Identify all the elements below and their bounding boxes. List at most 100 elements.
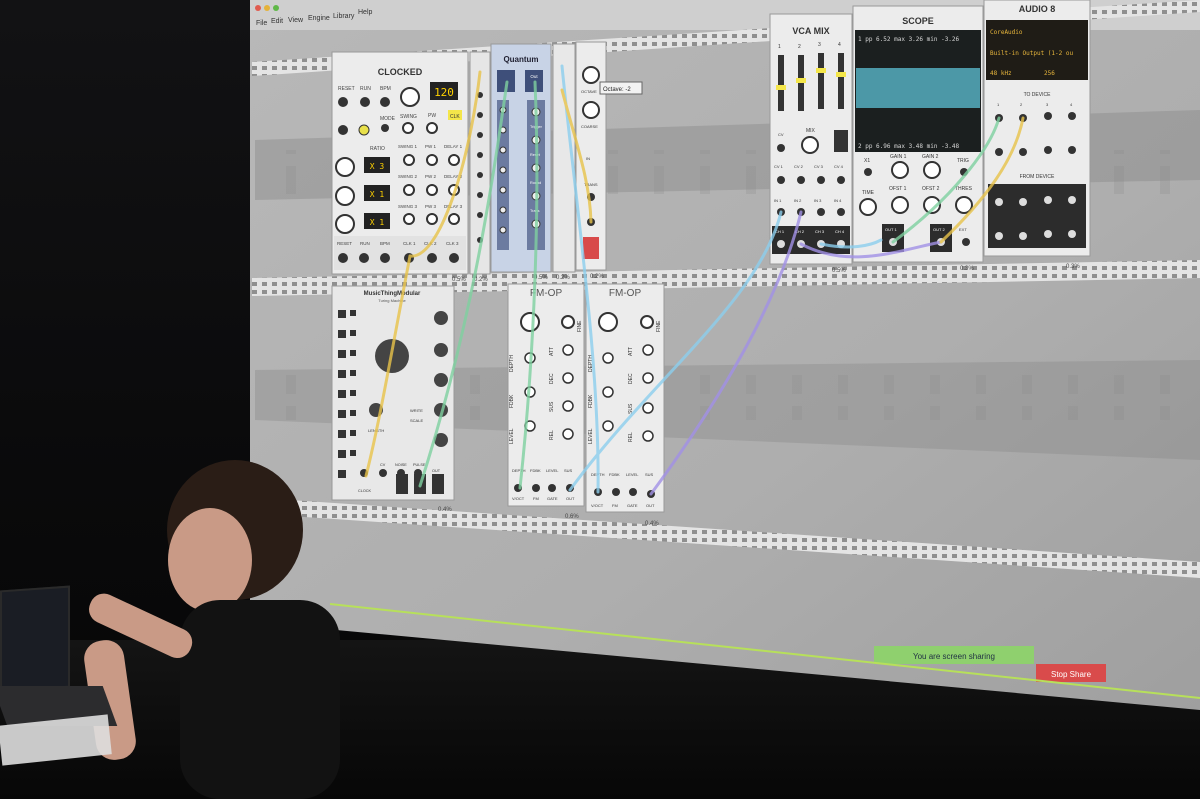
turing-jack[interactable] — [338, 390, 346, 398]
util-jack[interactable] — [477, 212, 483, 218]
close-dot-icon[interactable] — [255, 5, 261, 11]
turing-jack[interactable] — [338, 470, 346, 478]
att-knob[interactable] — [642, 344, 654, 356]
cv-jack[interactable] — [379, 469, 387, 477]
mix-out[interactable] — [834, 130, 848, 152]
bpm-out-jack[interactable] — [380, 253, 390, 263]
swing1-knob[interactable] — [403, 154, 415, 166]
vca-in-jack[interactable] — [837, 208, 845, 216]
sus-knob[interactable] — [562, 400, 574, 412]
to-device-jack[interactable] — [995, 148, 1003, 156]
to-device-jack[interactable] — [1068, 112, 1076, 120]
run-button[interactable] — [358, 124, 370, 136]
mix-knob[interactable] — [801, 136, 819, 154]
util-jack[interactable] — [477, 132, 483, 138]
fm2-fm-jack[interactable] — [612, 488, 620, 496]
ratio-knob-2[interactable] — [335, 186, 355, 206]
menu-library[interactable]: Library — [333, 13, 355, 20]
pw-knob[interactable] — [426, 122, 438, 134]
turing-jack[interactable] — [338, 350, 346, 358]
note-toggle[interactable] — [499, 206, 507, 214]
fader-handle[interactable] — [836, 72, 846, 77]
note-toggle[interactable] — [499, 226, 507, 234]
turing-jack[interactable] — [338, 330, 346, 338]
cv-jack[interactable] — [777, 144, 785, 152]
turing-knob[interactable] — [434, 343, 448, 357]
turing-knob[interactable] — [434, 311, 448, 325]
fader-4[interactable] — [838, 53, 844, 109]
note-toggle[interactable] — [499, 146, 507, 154]
fader-handle[interactable] — [776, 85, 786, 90]
to-device-jack[interactable] — [1068, 146, 1076, 154]
fine-knob[interactable] — [561, 315, 575, 329]
swing3-knob[interactable] — [403, 213, 415, 225]
audio-driver[interactable]: CoreAudio — [990, 29, 1023, 36]
turing-out[interactable] — [432, 474, 444, 494]
menu-edit[interactable]: Edit — [271, 18, 283, 25]
out-jack-red[interactable] — [583, 237, 599, 259]
to-device-jack[interactable] — [1044, 112, 1052, 120]
to-device-jack[interactable] — [1019, 148, 1027, 156]
menu-view[interactable]: View — [288, 17, 304, 24]
menu-file[interactable]: File — [256, 20, 267, 27]
depth-knob[interactable] — [602, 352, 614, 364]
turing-jack[interactable] — [338, 370, 346, 378]
att-knob[interactable] — [562, 344, 574, 356]
fader-1[interactable] — [778, 55, 784, 111]
audio-device[interactable]: Built-in Output (1-2 ou — [990, 50, 1073, 57]
fader-handle[interactable] — [796, 78, 806, 83]
reset-button[interactable] — [338, 125, 348, 135]
from-device-jack[interactable] — [1044, 196, 1052, 204]
time-knob[interactable] — [859, 198, 877, 216]
delay1-knob[interactable] — [448, 154, 460, 166]
menu-engine[interactable]: Engine — [308, 15, 330, 22]
delay3-knob[interactable] — [448, 213, 460, 225]
ratio-knob-3[interactable] — [335, 214, 355, 234]
from-device-jack[interactable] — [1068, 196, 1076, 204]
zoom-dot-icon[interactable] — [273, 5, 279, 11]
from-device-jack[interactable] — [1019, 198, 1027, 206]
pw1-knob[interactable] — [426, 154, 438, 166]
coarse-knob[interactable] — [582, 101, 600, 119]
swing2-knob[interactable] — [403, 184, 415, 196]
note-toggle[interactable] — [499, 166, 507, 174]
rel-knob[interactable] — [562, 428, 574, 440]
turing-jack[interactable] — [338, 450, 346, 458]
run-jack[interactable] — [360, 97, 370, 107]
to-device-jack[interactable] — [1044, 146, 1052, 154]
fm2-gate-jack[interactable] — [629, 488, 637, 496]
sus-knob[interactable] — [642, 402, 654, 414]
fm1-gate-jack[interactable] — [548, 484, 556, 492]
reset-jack[interactable] — [338, 97, 348, 107]
dec-knob[interactable] — [642, 372, 654, 384]
swing-knob[interactable] — [402, 122, 414, 134]
from-device-jack[interactable] — [1044, 230, 1052, 238]
from-device-jack[interactable] — [995, 198, 1003, 206]
fdbk-knob[interactable] — [602, 386, 614, 398]
level-knob[interactable] — [602, 420, 614, 432]
gain2-knob[interactable] — [923, 161, 941, 179]
turing-knob[interactable] — [434, 373, 448, 387]
vca-cv-jack[interactable] — [817, 176, 825, 184]
clk3-out-jack[interactable] — [449, 253, 459, 263]
ratio-knob[interactable] — [520, 312, 540, 332]
gate-out[interactable] — [396, 474, 408, 494]
vca-cv-jack[interactable] — [777, 176, 785, 184]
fader-3[interactable] — [818, 53, 824, 109]
octave-knob[interactable] — [582, 66, 600, 84]
fm1-fm-jack[interactable] — [532, 484, 540, 492]
dec-knob[interactable] — [562, 372, 574, 384]
clk2-out-jack[interactable] — [427, 253, 437, 263]
x1-button[interactable] — [864, 168, 872, 176]
util-jack[interactable] — [477, 112, 483, 118]
audio-buffer[interactable]: 256 — [1044, 70, 1055, 77]
fine-knob[interactable] — [640, 315, 654, 329]
util-jack[interactable] — [477, 192, 483, 198]
fader-handle[interactable] — [816, 68, 826, 73]
ratio-knob-1[interactable] — [335, 157, 355, 177]
bpm-knob[interactable] — [400, 87, 420, 107]
run-out-jack[interactable] — [359, 253, 369, 263]
vca-cv-jack[interactable] — [797, 176, 805, 184]
ofst1-knob[interactable] — [891, 196, 909, 214]
mode-jack[interactable] — [381, 124, 389, 132]
